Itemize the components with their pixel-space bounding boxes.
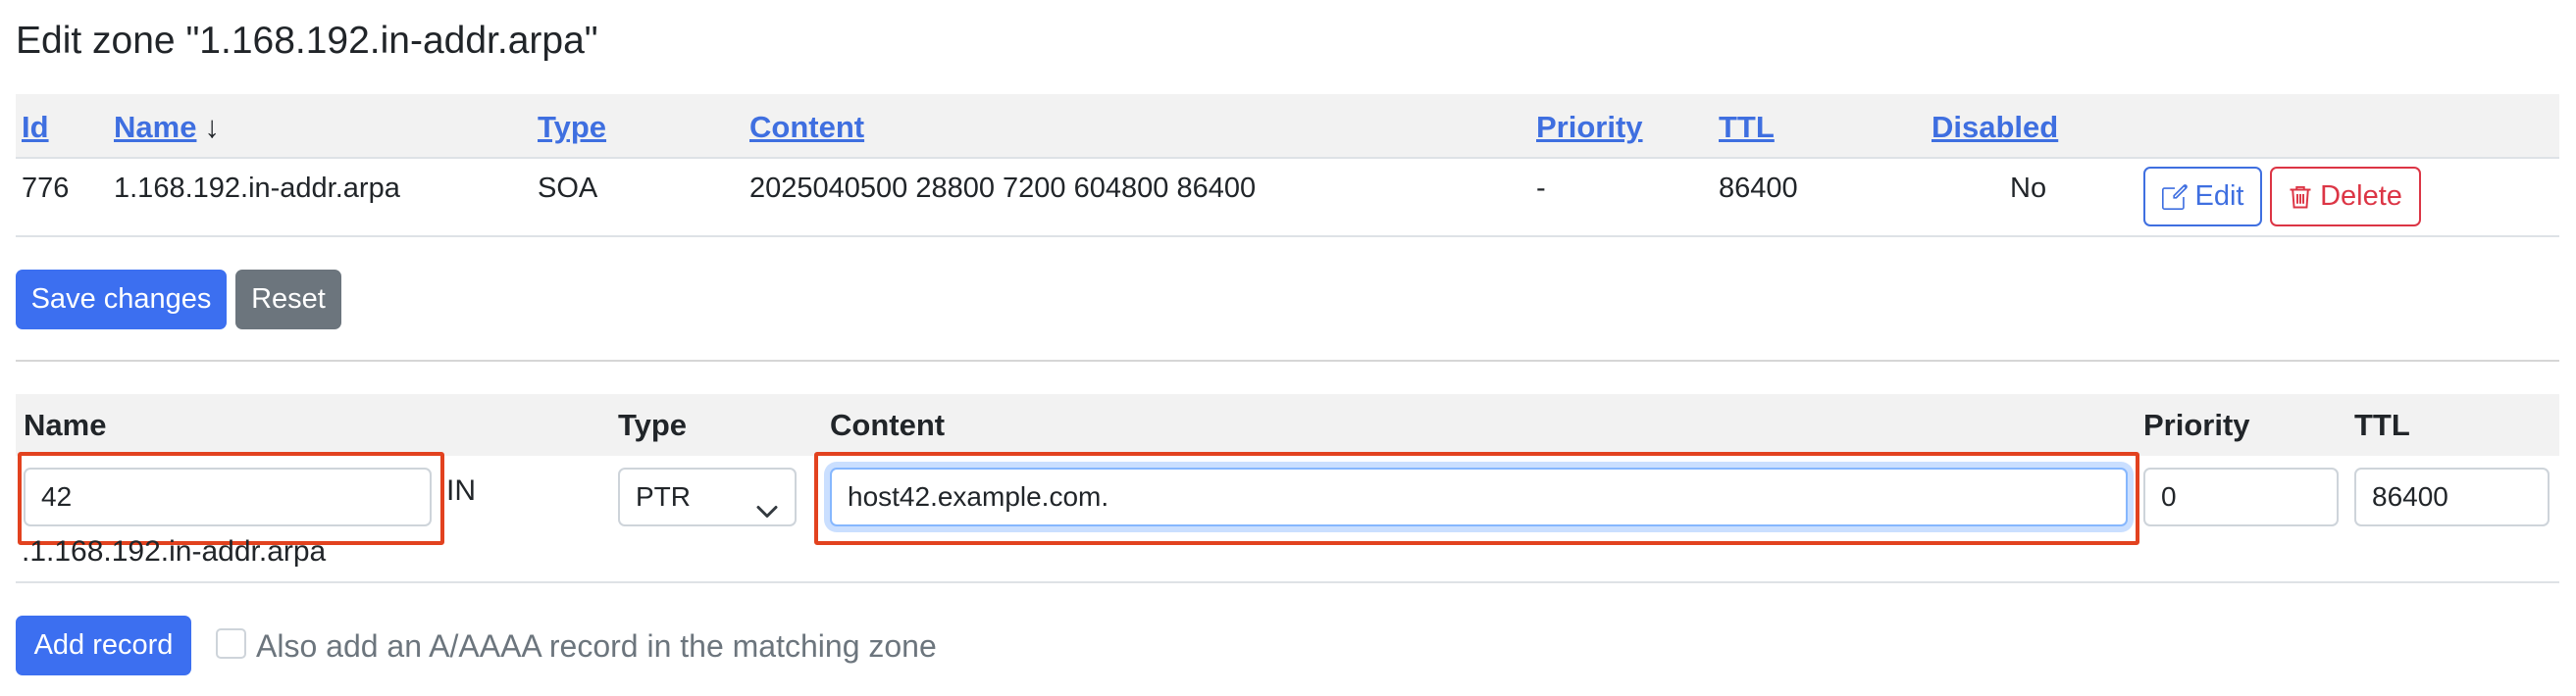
col-header-priority[interactable]: Priority <box>1536 106 1643 149</box>
form-header-ttl: TTL <box>2354 408 2410 442</box>
delete-record-button[interactable]: Delete <box>2270 167 2421 226</box>
add-record-button[interactable]: Add record <box>16 616 191 675</box>
record-id: 776 <box>22 173 70 204</box>
col-header-ttl[interactable]: TTL <box>1719 106 1775 149</box>
records-table-header <box>16 94 2559 159</box>
record-priority-input[interactable]: 0 <box>2143 468 2339 526</box>
section-divider <box>16 360 2559 362</box>
col-header-type[interactable]: Type <box>538 106 606 149</box>
save-changes-button[interactable]: Save changes <box>16 270 227 329</box>
record-ttl-input[interactable]: 86400 <box>2354 468 2550 526</box>
form-header-type: Type <box>618 408 688 442</box>
record-type: SOA <box>538 173 598 204</box>
record-name-input[interactable]: 42 <box>24 468 432 526</box>
zone-suffix-label: .1.168.192.in-addr.arpa <box>22 535 327 568</box>
record-content: 2025040500 28800 7200 604800 86400 <box>749 173 1257 204</box>
also-add-a-record-checkbox[interactable] <box>216 628 246 659</box>
page-title: Edit zone "1.168.192.in-addr.arpa" <box>16 20 598 62</box>
col-header-name[interactable]: Name ↓ <box>114 106 220 149</box>
form-row-divider <box>16 581 2559 583</box>
row-divider <box>16 235 2559 237</box>
record-name: 1.168.192.in-addr.arpa <box>114 173 400 204</box>
class-in-label: IN <box>446 474 476 507</box>
record-ttl: 86400 <box>1719 173 1798 204</box>
form-header-content: Content <box>830 408 946 442</box>
also-add-a-record-label[interactable]: Also add an A/AAAA record in the matchin… <box>256 624 937 668</box>
form-header-priority: Priority <box>2143 408 2250 442</box>
col-header-id[interactable]: Id <box>22 106 49 149</box>
record-type-value: PTR <box>636 481 691 512</box>
delete-record-label: Delete <box>2320 180 2402 212</box>
pencil-square-icon <box>2161 183 2188 210</box>
edit-record-label: Edit <box>2194 180 2244 212</box>
col-header-disabled[interactable]: Disabled <box>1932 106 2058 149</box>
edit-record-button[interactable]: Edit <box>2143 167 2262 226</box>
trash-icon <box>2289 184 2312 210</box>
record-type-select[interactable]: PTR <box>618 468 797 526</box>
record-disabled: No <box>2010 173 2047 204</box>
form-header-name: Name <box>24 408 107 442</box>
record-content-input[interactable]: host42.example.com. <box>830 468 2128 526</box>
col-header-content[interactable]: Content <box>749 106 864 149</box>
chevron-down-icon <box>755 487 779 542</box>
col-header-name-label: Name <box>114 110 197 144</box>
sort-arrow-icon: ↓ <box>204 110 220 144</box>
reset-button[interactable]: Reset <box>235 270 341 329</box>
record-priority: - <box>1536 173 1546 204</box>
